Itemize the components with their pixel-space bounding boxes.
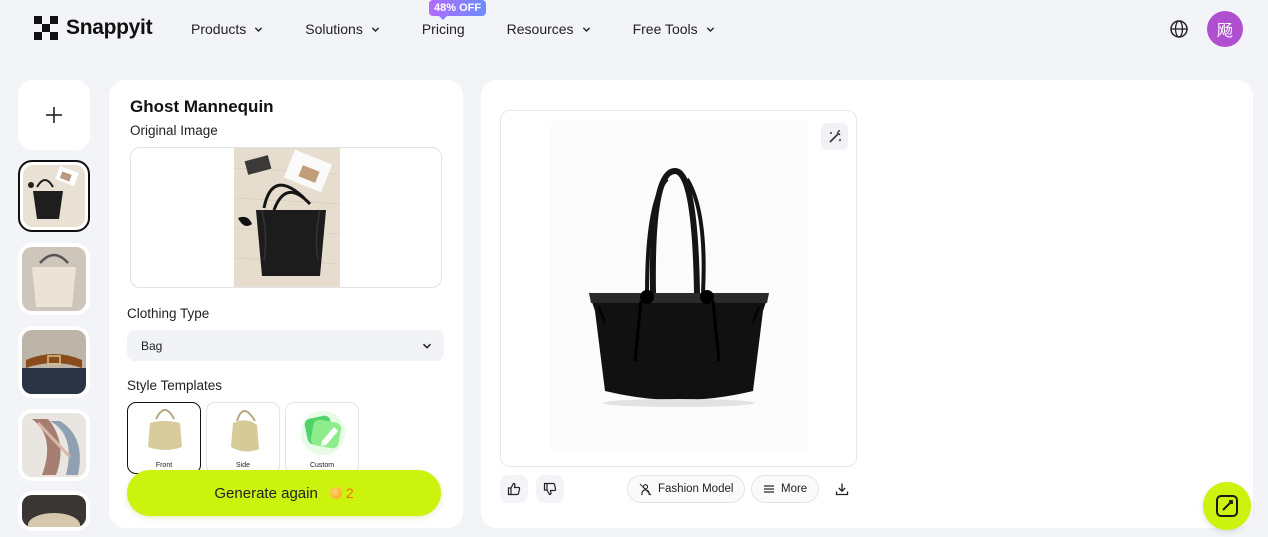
credit-cost: 2: [329, 485, 354, 501]
globe-icon[interactable]: [1169, 19, 1189, 39]
history-thumbnail-partial[interactable]: [18, 491, 90, 531]
clothing-type-select[interactable]: Bag: [127, 330, 444, 361]
history-thumbnail-bag[interactable]: [18, 160, 90, 232]
nav-pricing[interactable]: Pricing: [422, 21, 465, 37]
template-side[interactable]: Side: [206, 402, 280, 474]
result-image-box[interactable]: [500, 110, 857, 467]
template-side-image: [231, 410, 259, 452]
template-front-image: [148, 409, 182, 450]
chevron-down-icon: [582, 26, 590, 32]
result-panel: Fashion Model More: [481, 80, 1253, 528]
thumbnail-image: [22, 247, 86, 311]
brand-name: Snappyit: [66, 16, 153, 39]
thumbnail-image: [22, 495, 86, 527]
template-front[interactable]: Front: [127, 402, 201, 474]
nav-solutions-label: Solutions: [305, 21, 363, 37]
more-label: More: [781, 483, 808, 495]
thumbs-down-icon: [543, 482, 557, 496]
original-image: [234, 148, 340, 287]
clothing-type-value: Bag: [141, 338, 163, 353]
chevron-down-icon: [255, 26, 263, 32]
generate-again-button[interactable]: Generate again 2: [127, 470, 441, 516]
history-thumbnail-belt[interactable]: [18, 326, 90, 398]
nav-resources-label: Resources: [506, 21, 574, 37]
template-custom-label: Custom: [309, 462, 335, 469]
coin-icon: [329, 487, 342, 499]
chevron-down-icon: [422, 343, 432, 349]
user-avatar[interactable]: 飏: [1207, 11, 1243, 47]
settings-panel: Ghost Mannequin Original Image Clothing …: [109, 80, 463, 528]
chevron-down-icon: [706, 26, 714, 32]
template-custom[interactable]: Custom: [285, 402, 359, 474]
plus-icon: [46, 107, 62, 123]
credit-count: 2: [345, 485, 354, 501]
thumbnail-image: [22, 330, 86, 394]
download-button[interactable]: [828, 475, 856, 503]
top-navigation: Snappyit Products Solutions Pricing Reso…: [0, 0, 1268, 58]
magic-wand-icon: [828, 129, 841, 143]
nav-pricing-label: Pricing: [421, 21, 465, 37]
result-image: [501, 111, 856, 466]
nav-solutions[interactable]: Solutions: [305, 21, 380, 37]
thumbs-down-button[interactable]: [536, 475, 564, 503]
custom-edit-icon: [301, 411, 345, 455]
generate-again-label: Generate again: [214, 484, 318, 502]
thumbs-up-button[interactable]: [500, 475, 528, 503]
thumbnail-image: [23, 165, 85, 227]
add-image-button[interactable]: [18, 80, 90, 150]
edit-note-icon: [1216, 495, 1238, 517]
menu-icon: [764, 485, 774, 493]
brand-logo[interactable]: Snappyit: [34, 16, 153, 40]
template-front-label: Front: [155, 462, 173, 469]
fashion-model-label: Fashion Model: [658, 483, 734, 495]
history-thumbnail-tote[interactable]: [18, 243, 90, 315]
feedback-button[interactable]: [1203, 482, 1251, 530]
history-thumbnail-scarf[interactable]: [18, 409, 90, 481]
style-templates-label: Style Templates: [127, 378, 223, 393]
magic-wand-button[interactable]: [821, 123, 848, 150]
thumbs-up-icon: [507, 482, 521, 496]
fashion-model-icon: [639, 483, 652, 495]
nav-free-tools[interactable]: Free Tools: [633, 21, 715, 37]
original-image-label: Original Image: [130, 123, 218, 138]
thumbnail-image: [22, 413, 86, 477]
original-image-box[interactable]: [130, 147, 442, 288]
nav-free-tools-label: Free Tools: [632, 21, 698, 37]
discount-badge: 48% OFF: [429, 0, 487, 20]
template-side-label: Side: [235, 462, 250, 469]
clothing-type-label: Clothing Type: [127, 306, 210, 321]
nav-resources[interactable]: Resources: [507, 21, 591, 37]
download-icon: [835, 483, 849, 496]
chevron-down-icon: [371, 26, 379, 32]
nav-products-label: Products: [191, 21, 247, 37]
brand-logo-icon: [34, 16, 58, 40]
nav-products[interactable]: Products: [191, 21, 263, 37]
panel-title: Ghost Mannequin: [130, 97, 274, 116]
more-button[interactable]: More: [751, 475, 820, 503]
fashion-model-button[interactable]: Fashion Model: [627, 475, 746, 503]
